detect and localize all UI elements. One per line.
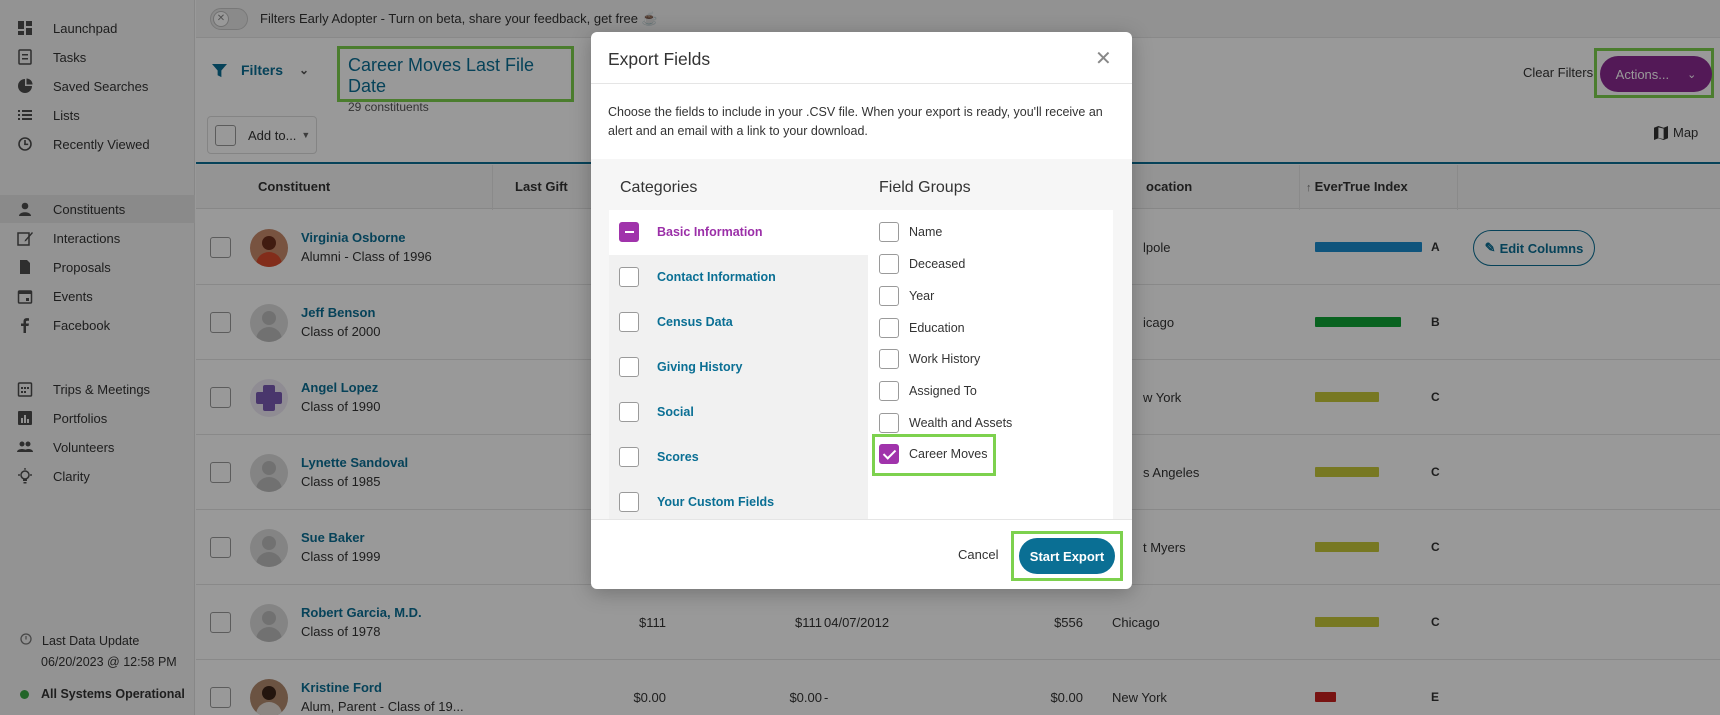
field-group-checkbox[interactable] (879, 318, 899, 338)
category-checkbox[interactable] (619, 402, 639, 422)
category-census-data[interactable]: Census Data (619, 312, 733, 332)
field-group-education[interactable]: Education (879, 318, 965, 338)
modal-header: Export Fields ✕ (591, 32, 1132, 84)
field-group-checkbox[interactable] (879, 222, 899, 242)
field-group-work-history[interactable]: Work History (879, 349, 980, 369)
field-groups-heading: Field Groups (879, 179, 971, 196)
start-export-button[interactable]: Start Export (1019, 538, 1115, 574)
category-social[interactable]: Social (619, 402, 694, 422)
start-export-highlight: Start Export (1011, 531, 1123, 581)
category-your-custom-fields[interactable]: Your Custom Fields (619, 492, 774, 512)
category-contact-information[interactable]: Contact Information (619, 267, 776, 287)
category-checkbox[interactable] (619, 492, 639, 512)
field-group-checkbox[interactable] (879, 254, 899, 274)
category-checkbox[interactable] (619, 312, 639, 332)
category-giving-history[interactable]: Giving History (619, 357, 742, 377)
category-checkbox[interactable] (619, 357, 639, 377)
categories-heading: Categories (620, 179, 698, 196)
export-fields-modal: Export Fields ✕ Choose the fields to inc… (591, 32, 1132, 589)
field-group-label: Name (909, 225, 943, 239)
field-group-checkbox[interactable] (879, 413, 899, 433)
field-group-checkbox[interactable] (879, 349, 899, 369)
field-group-assigned-to[interactable]: Assigned To (879, 381, 977, 401)
category-label: Scores (657, 450, 699, 464)
field-group-label: Education (909, 321, 965, 335)
field-group-name[interactable]: Name (879, 222, 942, 242)
category-label: Social (657, 405, 694, 419)
category-scores[interactable]: Scores (619, 447, 699, 467)
category-checkbox[interactable] (619, 267, 639, 287)
category-label: Giving History (657, 360, 743, 374)
category-label: Basic Information (657, 225, 763, 239)
category-checkbox[interactable] (619, 447, 639, 467)
category-basic-information[interactable]: Basic Information (619, 222, 763, 242)
field-group-checkbox[interactable] (879, 286, 899, 306)
category-label: Your Custom Fields (657, 495, 775, 509)
category-label: Census Data (657, 315, 733, 329)
career-moves-highlight (872, 434, 996, 476)
category-checkbox[interactable] (619, 222, 639, 242)
close-icon[interactable]: ✕ (1095, 49, 1112, 69)
field-group-label: Deceased (909, 257, 966, 271)
field-group-label: Wealth and Assets (909, 416, 1013, 430)
modal-body: Categories Field Groups Basic Informatio… (591, 159, 1132, 519)
cancel-button[interactable]: Cancel (958, 547, 998, 562)
modal-footer: Cancel Start Export (591, 519, 1132, 589)
category-label: Contact Information (657, 270, 776, 284)
modal-description: Choose the fields to include in your .CS… (608, 105, 1103, 138)
modal-title: Export Fields (608, 49, 711, 69)
field-group-checkbox[interactable] (879, 381, 899, 401)
field-group-label: Year (909, 289, 935, 303)
categories-list: Basic Information Contact Information Ce… (609, 210, 868, 519)
field-group-deceased[interactable]: Deceased (879, 254, 965, 274)
field-group-wealth-and-assets[interactable]: Wealth and Assets (879, 413, 1012, 433)
field-group-year[interactable]: Year (879, 286, 934, 306)
field-group-label: Work History (909, 352, 981, 366)
field-group-label: Assigned To (909, 384, 977, 398)
